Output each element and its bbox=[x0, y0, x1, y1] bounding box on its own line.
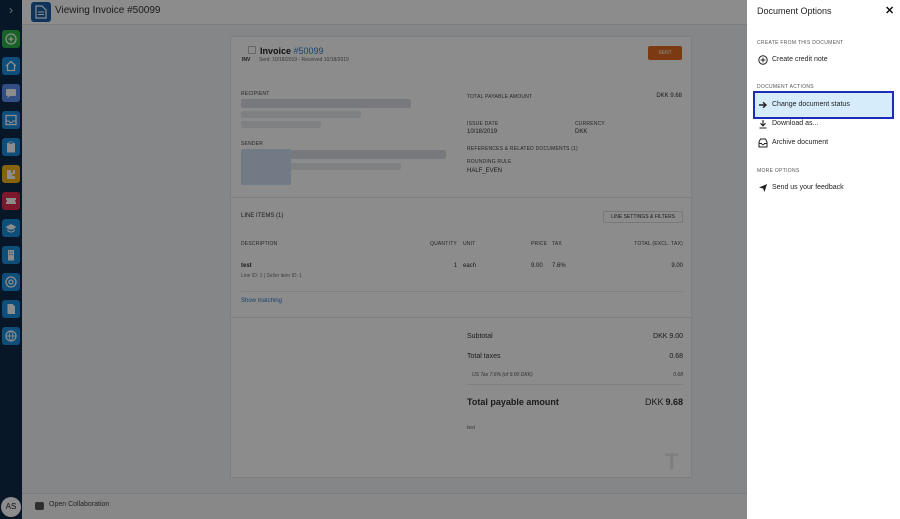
send-feedback-label: Send us your feedback bbox=[772, 184, 844, 191]
download-icon bbox=[759, 120, 767, 129]
close-icon[interactable]: ✕ bbox=[885, 4, 894, 17]
archive-document-item[interactable]: Archive document bbox=[753, 132, 894, 154]
document-options-panel: Document Options ✕ CREATE FROM THIS DOCU… bbox=[747, 0, 900, 519]
section-actions: DOCUMENT ACTIONS bbox=[757, 84, 814, 90]
create-credit-note-item[interactable]: Create credit note bbox=[753, 49, 894, 71]
archive-document-label: Archive document bbox=[772, 139, 829, 146]
arrow-right-icon bbox=[759, 101, 768, 109]
send-feedback-item[interactable]: Send us your feedback bbox=[753, 177, 894, 199]
create-credit-note-label: Create credit note bbox=[772, 56, 828, 63]
download-as-label: Download as... bbox=[772, 120, 819, 127]
modal-backdrop[interactable] bbox=[0, 0, 747, 519]
plus-circle-icon bbox=[758, 55, 768, 65]
change-document-status-label: Change document status bbox=[772, 101, 850, 108]
section-create: CREATE FROM THIS DOCUMENT bbox=[757, 40, 844, 46]
archive-icon bbox=[758, 138, 768, 148]
send-icon bbox=[759, 184, 767, 192]
panel-title: Document Options bbox=[757, 6, 832, 16]
section-more: MORE OPTIONS bbox=[757, 168, 800, 174]
